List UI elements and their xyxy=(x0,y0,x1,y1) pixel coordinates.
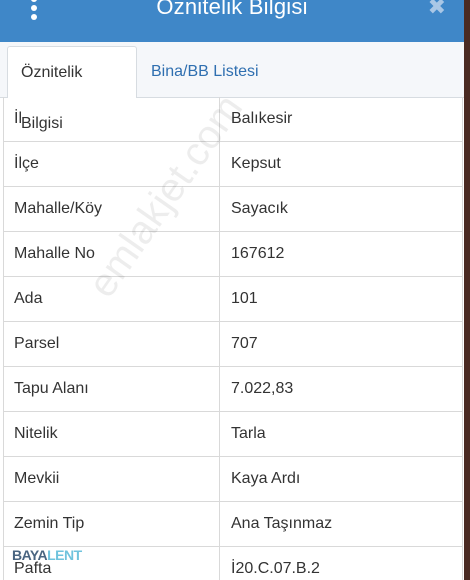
row-value: Kaya Ardı xyxy=(220,457,463,501)
row-key: Nitelik xyxy=(3,412,220,456)
table-row: Zemin Tip Ana Taşınmaz xyxy=(3,502,463,547)
table-row: Parsel 707 xyxy=(3,322,463,367)
table-row: Mahalle/Köy Sayacık xyxy=(3,187,463,232)
row-key: Mahalle/Köy xyxy=(3,187,220,231)
row-value: Ana Taşınmaz xyxy=(220,502,463,546)
panel-title: Öznitelik Bilgisi xyxy=(156,0,308,19)
row-key: İl xyxy=(3,97,220,141)
table-row: İlçe Kepsut xyxy=(3,142,463,187)
table-row: Nitelik Tarla xyxy=(3,412,463,457)
row-value: Kepsut xyxy=(220,142,463,186)
row-value: 7.022,83 xyxy=(220,367,463,411)
table-row: Ada 101 xyxy=(3,277,463,322)
row-value: Tarla xyxy=(220,412,463,456)
row-key: Ada xyxy=(3,277,220,321)
close-icon[interactable]: ✖ xyxy=(428,0,446,20)
row-key: Parsel xyxy=(3,322,220,366)
row-value: Balıkesir xyxy=(220,97,463,141)
row-key: İlçe xyxy=(3,142,220,186)
tab-attribute-info[interactable]: Öznitelik Bilgisi xyxy=(7,46,137,132)
row-value: Sayacık xyxy=(220,187,463,231)
tab-bar: Öznitelik Bilgisi Bina/BB Listesi xyxy=(0,42,464,132)
logo-part-1: BAYA xyxy=(12,547,48,563)
row-value: 167612 xyxy=(220,232,463,276)
table-row: Mahalle No 167612 xyxy=(3,232,463,277)
attribute-table: İl Balıkesir İlçe Kepsut Mahalle/Köy Say… xyxy=(3,97,463,580)
row-value: 101 xyxy=(220,277,463,321)
row-key: Mahalle No xyxy=(3,232,220,276)
table-row: Mevkii Kaya Ardı xyxy=(3,457,463,502)
panel-header: Öznitelik Bilgisi ✖ xyxy=(0,0,464,42)
row-key: Zemin Tip xyxy=(3,502,220,546)
table-row: İl Balıkesir xyxy=(3,97,463,142)
logo-part-2: LENT xyxy=(47,547,82,563)
row-value: 707 xyxy=(220,322,463,366)
row-value: İ20.C.07.B.2 xyxy=(220,547,463,580)
attribute-panel: Öznitelik Bilgisi ✖ Öznitelik Bilgisi Bi… xyxy=(0,0,464,580)
row-key: Tapu Alanı xyxy=(3,367,220,411)
row-key: Mevkii xyxy=(3,457,220,501)
tab-building-list[interactable]: Bina/BB Listesi xyxy=(138,46,272,97)
brand-logo: BAYALENT xyxy=(12,547,82,563)
table-row: Tapu Alanı 7.022,83 xyxy=(3,367,463,412)
